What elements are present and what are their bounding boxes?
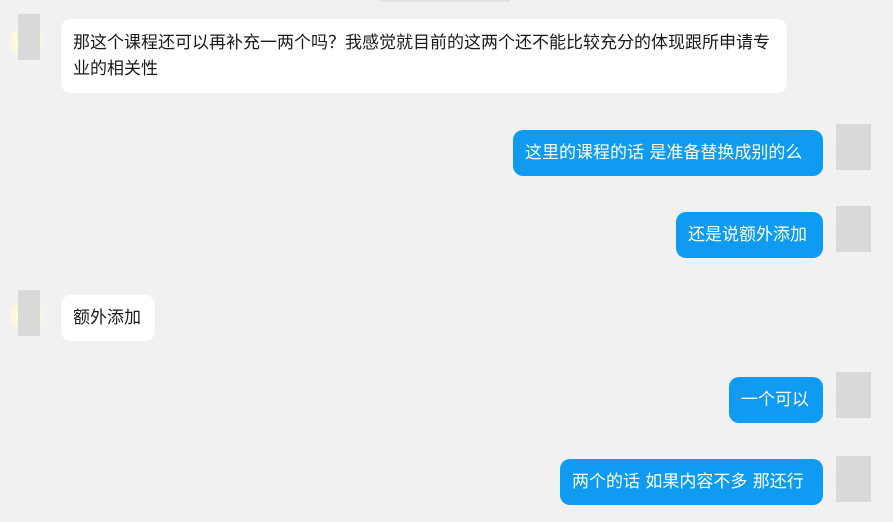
message-bubble[interactable]: 额外添加 — [61, 295, 155, 341]
scroll-top-indicator — [380, 0, 510, 2]
avatar[interactable] — [18, 14, 40, 60]
message-bubble[interactable]: 还是说额外添加 — [676, 212, 823, 258]
message-bubble[interactable]: 那这个课程还可以再补充一两个吗？我感觉就目前的这两个还不能比较充分的体现跟所申请… — [61, 19, 787, 93]
avatar[interactable] — [836, 456, 871, 502]
message-bubble[interactable]: 一个可以 — [729, 377, 823, 423]
message-bubble[interactable]: 两个的话 如果内容不多 那还行 — [560, 459, 823, 505]
avatar[interactable] — [836, 372, 871, 418]
avatar[interactable] — [836, 124, 871, 170]
avatar[interactable] — [836, 206, 871, 252]
avatar[interactable] — [18, 290, 40, 336]
message-bubble[interactable]: 这里的课程的话 是准备替换成别的么 — [513, 130, 823, 176]
